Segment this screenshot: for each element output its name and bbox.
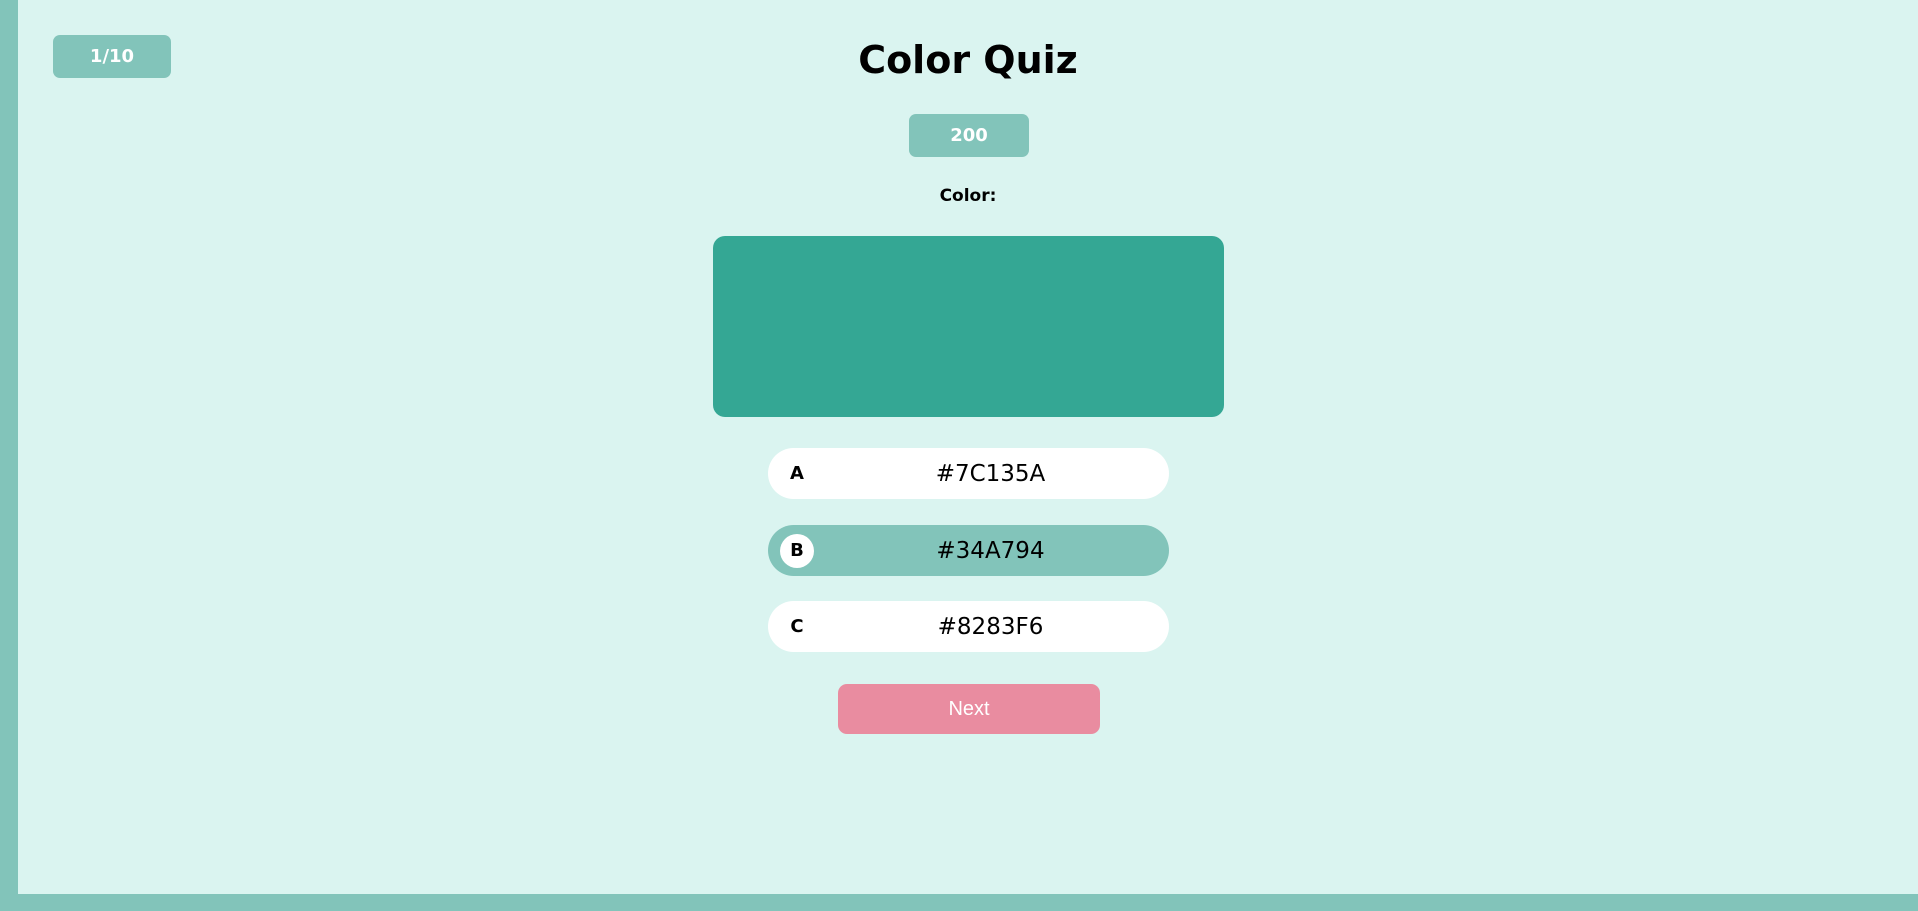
- next-button[interactable]: Next: [838, 684, 1100, 734]
- option-b[interactable]: B #34A794: [768, 525, 1169, 576]
- option-value: #8283F6: [937, 613, 1044, 640]
- option-value: #7C135A: [935, 460, 1046, 487]
- option-a[interactable]: A #7C135A: [768, 448, 1169, 499]
- page-title: Color Quiz: [858, 38, 1078, 82]
- color-swatch: [713, 236, 1224, 417]
- option-value: #34A794: [936, 537, 1045, 564]
- color-label: Color:: [939, 186, 997, 206]
- score-badge: 200: [909, 114, 1029, 157]
- option-c[interactable]: C #8283F6: [768, 601, 1169, 652]
- quiz-page: 1/10 Color Quiz 200 Color: A #7C135A B #…: [18, 0, 1918, 894]
